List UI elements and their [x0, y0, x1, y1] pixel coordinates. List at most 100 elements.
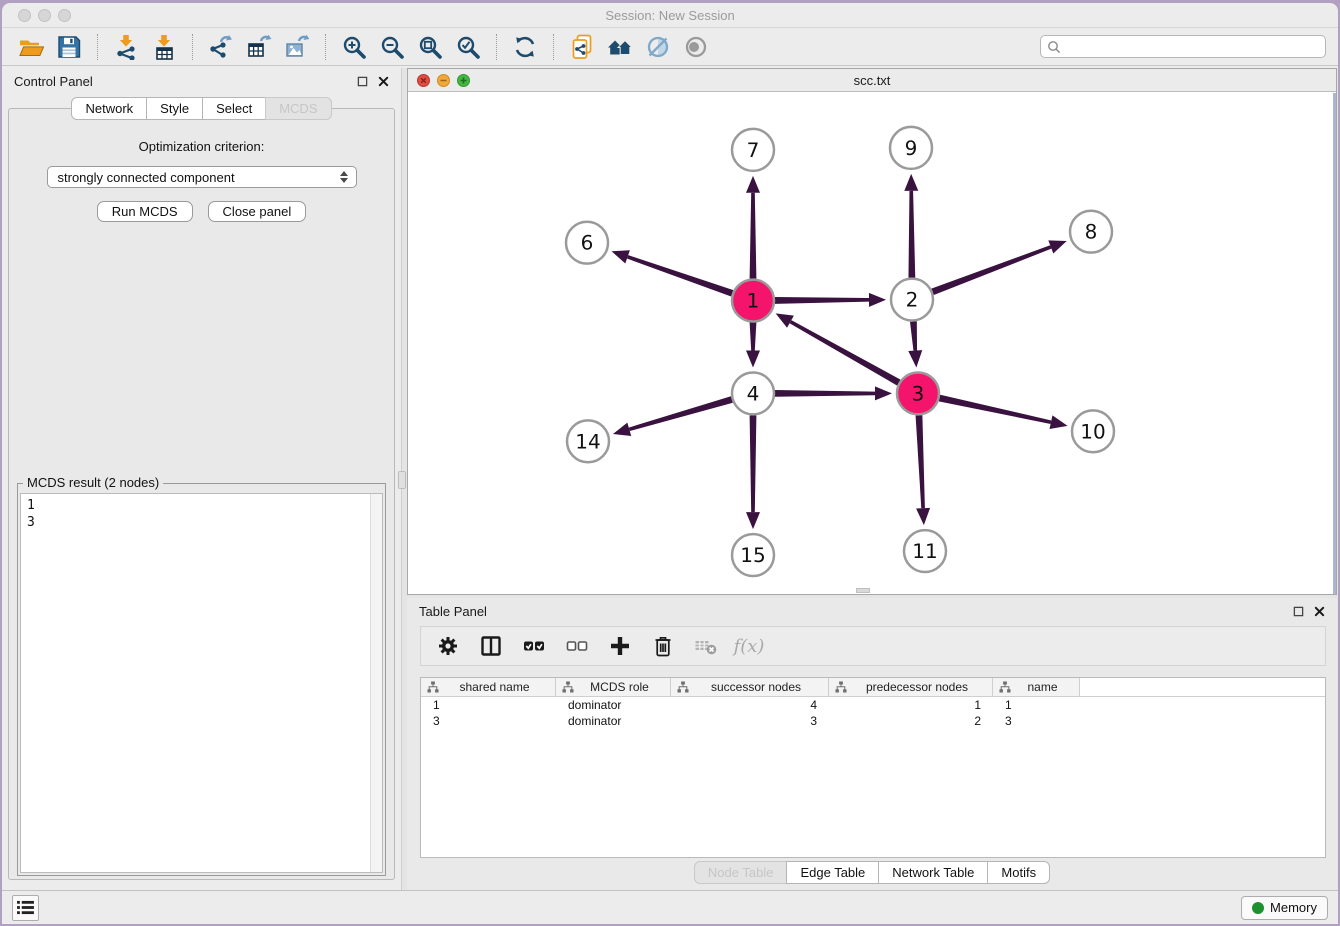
table-tab-node-table[interactable]: Node Table — [694, 861, 788, 884]
deselect-all-columns-icon[interactable] — [564, 633, 590, 659]
column-header-name[interactable]: name — [993, 678, 1080, 696]
zoom-fit-icon[interactable] — [415, 32, 445, 62]
edge-3-10[interactable] — [939, 395, 1052, 424]
optimization-criterion-value: strongly connected component — [58, 170, 235, 185]
add-column-icon[interactable] — [607, 633, 633, 659]
edge-arrowhead — [746, 176, 760, 193]
toolbar-separator — [325, 34, 326, 60]
tab-style[interactable]: Style — [146, 97, 203, 120]
edge-4-3[interactable] — [775, 390, 875, 397]
mcds-result-title: MCDS result (2 nodes) — [23, 475, 163, 490]
zoom-in-icon[interactable] — [339, 32, 369, 62]
delete-column-icon[interactable] — [650, 633, 676, 659]
network-window: scc.txt 7968124314101511 — [407, 68, 1337, 595]
export-image-icon[interactable] — [282, 32, 312, 62]
column-header-predecessor-nodes[interactable]: predecessor nodes — [829, 678, 993, 696]
edge-3-1[interactable] — [790, 320, 901, 385]
graphics-details-icon[interactable] — [643, 32, 673, 62]
node-label-7: 7 — [747, 138, 760, 162]
result-scrollbar[interactable] — [370, 494, 382, 872]
close-table-panel-icon[interactable] — [1314, 606, 1325, 617]
node-table: shared nameMCDS rolesuccessor nodesprede… — [420, 677, 1326, 858]
edge-3-11[interactable] — [916, 415, 925, 508]
clone-network-icon[interactable] — [567, 32, 597, 62]
mcds-result-list[interactable]: 13 — [20, 493, 383, 873]
optimization-criterion-select[interactable]: strongly connected component — [47, 166, 357, 188]
edge-arrowhead — [869, 293, 886, 307]
control-panel-tabs: NetworkStyleSelectMCDS — [2, 97, 401, 120]
export-network-icon[interactable] — [206, 32, 236, 62]
network-horizontal-scroll-handle[interactable] — [856, 588, 870, 593]
float-panel-icon[interactable] — [357, 76, 368, 87]
mcds-result-box: MCDS result (2 nodes) 13 — [17, 483, 386, 876]
tab-network[interactable]: Network — [71, 97, 147, 120]
column-header-shared-name[interactable]: shared name — [421, 678, 556, 696]
import-network-icon[interactable] — [111, 32, 141, 62]
table-row[interactable]: 1dominator411 — [421, 697, 1325, 713]
birds-eye-view-icon[interactable] — [681, 32, 711, 62]
mcds-tab-content: Optimization criterion: strongly connect… — [8, 108, 395, 880]
search-icon — [1047, 40, 1061, 54]
zoom-out-icon[interactable] — [377, 32, 407, 62]
table-toolbar: f(x) — [420, 626, 1326, 666]
float-table-panel-icon[interactable] — [1293, 606, 1304, 617]
table-settings-icon[interactable] — [435, 633, 461, 659]
select-all-columns-icon[interactable] — [521, 633, 547, 659]
close-panel-button[interactable]: Close panel — [208, 201, 307, 222]
edge-1-6[interactable] — [627, 255, 733, 296]
delete-table-icon[interactable] — [693, 633, 719, 659]
export-table-icon[interactable] — [244, 32, 274, 62]
edge-1-2[interactable] — [775, 297, 869, 304]
edge-2-9[interactable] — [908, 191, 915, 278]
edge-2-8[interactable] — [931, 245, 1051, 295]
split-columns-icon[interactable] — [478, 633, 504, 659]
table-row[interactable]: 3dominator323 — [421, 713, 1325, 729]
zoom-selected-icon[interactable] — [453, 32, 483, 62]
memory-button[interactable]: Memory — [1241, 896, 1328, 920]
network-title: scc.txt — [408, 73, 1336, 88]
app-window: Session: New Session Control Panel Netwo… — [2, 3, 1338, 924]
edge-4-15[interactable] — [750, 415, 757, 512]
app-titlebar: Session: New Session — [2, 3, 1338, 28]
save-session-icon[interactable] — [54, 32, 84, 62]
home-view-icon[interactable] — [605, 32, 635, 62]
close-panel-icon[interactable] — [378, 76, 389, 87]
edge-arrowhead — [908, 350, 922, 367]
header-filler — [1080, 678, 1325, 696]
search-input[interactable] — [1061, 39, 1325, 54]
toolbar-separator — [496, 34, 497, 60]
search-box[interactable] — [1040, 35, 1326, 58]
task-history-button[interactable] — [12, 895, 39, 921]
network-vertical-scrollbar[interactable] — [1333, 93, 1336, 594]
app-title: Session: New Session — [2, 8, 1338, 23]
open-session-icon[interactable] — [16, 32, 46, 62]
edge-2-3[interactable] — [910, 321, 917, 350]
column-header-MCDS-role[interactable]: MCDS role — [556, 678, 671, 696]
function-builder-icon[interactable]: f(x) — [736, 633, 762, 659]
edge-1-7[interactable] — [750, 193, 757, 279]
network-canvas[interactable]: 7968124314101511 — [408, 93, 1336, 594]
table-cell: 4 — [671, 698, 829, 712]
node-label-6: 6 — [581, 231, 594, 255]
import-table-icon[interactable] — [149, 32, 179, 62]
table-tab-motifs[interactable]: Motifs — [987, 861, 1050, 884]
edge-arrowhead — [612, 250, 630, 263]
column-header-successor-nodes[interactable]: successor nodes — [671, 678, 829, 696]
run-mcds-button[interactable]: Run MCDS — [97, 201, 193, 222]
memory-label: Memory — [1270, 900, 1317, 915]
panel-splitter-handle[interactable] — [398, 471, 406, 489]
result-line: 1 — [27, 497, 376, 514]
edge-4-14[interactable] — [629, 396, 733, 431]
table-cell: 3 — [421, 714, 556, 728]
main-toolbar — [2, 28, 1338, 66]
tab-select[interactable]: Select — [202, 97, 266, 120]
table-header-row: shared nameMCDS rolesuccessor nodesprede… — [421, 678, 1325, 697]
toolbar-separator — [192, 34, 193, 60]
edge-1-4[interactable] — [750, 323, 757, 351]
tab-mcds[interactable]: MCDS — [265, 97, 331, 120]
memory-status-icon — [1252, 902, 1264, 914]
node-label-4: 4 — [747, 381, 760, 405]
refresh-view-icon[interactable] — [510, 32, 540, 62]
table-tab-network-table[interactable]: Network Table — [878, 861, 988, 884]
table-tab-edge-table[interactable]: Edge Table — [786, 861, 879, 884]
